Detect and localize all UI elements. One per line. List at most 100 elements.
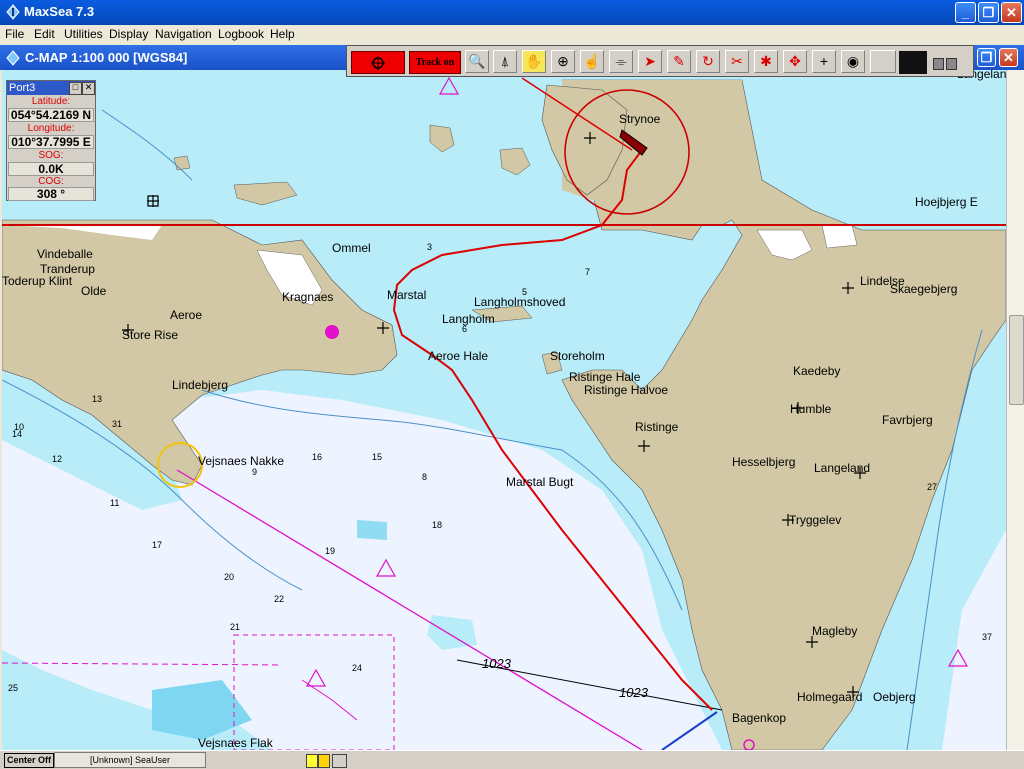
depth-sounding: 9	[252, 467, 257, 477]
longitude-label: Longitude:	[27, 123, 75, 134]
menu-edit[interactable]: Edit	[34, 27, 55, 41]
depth-sounding: 5	[522, 287, 527, 297]
label-aeroe-hale: Aeroe Hale	[428, 349, 488, 363]
label-storeholm: Storeholm	[550, 349, 605, 363]
islet-3	[173, 155, 191, 171]
depth-sounding: 22	[274, 594, 284, 604]
route-label-1: 1023	[482, 656, 512, 671]
depth-sounding: 11	[110, 498, 119, 508]
status-indicator-orange[interactable]	[318, 754, 330, 768]
menu-display[interactable]: Display	[109, 27, 148, 41]
info-panel-menu-button[interactable]: □	[69, 82, 82, 95]
shoal-patch-3	[357, 520, 387, 540]
track-on-button[interactable]: Track on	[409, 51, 461, 74]
label-holmegaard: Holmegaard	[797, 690, 862, 704]
chart-close-button[interactable]: ✕	[999, 48, 1018, 67]
pencil-button[interactable]: ✎	[667, 50, 691, 73]
app-title: MaxSea 7.3	[24, 4, 95, 19]
maxsea-app-icon	[6, 4, 20, 20]
star-marker-icon: ✱	[760, 53, 772, 69]
label-ristinge-hale: Ristinge Hale	[569, 370, 641, 384]
label-lindebjerg: Lindebjerg	[172, 378, 228, 392]
label-langholm: Langholm	[442, 312, 495, 326]
info-panel-close-button[interactable]: ✕	[82, 82, 95, 95]
mark-button[interactable]: ✱	[754, 50, 778, 73]
menu-bar: File Edit Utilities Display Navigation L…	[0, 25, 1024, 43]
label-vejsnaes-nakke: Vejsnaes Nakke	[198, 454, 284, 468]
label-vindeballe: Vindeballe	[37, 247, 93, 261]
depth-sounding: 18	[432, 520, 442, 530]
route-label-2: 1023	[619, 685, 649, 700]
vertical-scrollbar[interactable]	[1006, 70, 1024, 750]
menu-file[interactable]: File	[5, 27, 24, 41]
label-bagenkop: Bagenkop	[732, 711, 786, 725]
depth-sounding: 16	[312, 452, 322, 462]
sog-label: SOG:	[38, 150, 64, 161]
label-kragnaes: Kragnaes	[282, 290, 333, 304]
add-point-button[interactable]: +	[812, 50, 836, 73]
depth-sounding: 13	[92, 394, 102, 404]
depth-sounding: 12	[52, 454, 62, 464]
menu-navigation[interactable]: Navigation	[155, 27, 212, 41]
target-ring-button[interactable]: ◉	[841, 50, 865, 73]
label-skaegebjerg: Skaegebjerg	[890, 282, 957, 296]
window-layout-icon	[946, 58, 957, 70]
menu-logbook[interactable]: Logbook	[218, 27, 264, 41]
rotate-button[interactable]: ↻	[696, 50, 720, 73]
measure-button[interactable]: ⌯	[609, 50, 633, 73]
grab-button[interactable]: ☝	[580, 50, 604, 73]
minimize-button[interactable]: _	[955, 2, 976, 23]
hand-icon: ✋	[525, 53, 543, 69]
rotate-icon: ↻	[702, 53, 714, 69]
pan-button[interactable]: ✋	[522, 50, 546, 73]
chart-canvas[interactable]: Strynoe Hoejbjerg E Langeland Vindeballe…	[2, 70, 1006, 750]
chart-window-title: C-MAP 1:100 000 [WGS84]	[25, 50, 188, 65]
label-strynoe: Strynoe	[619, 112, 661, 126]
depth-sounding: 3	[427, 242, 432, 252]
pointer-button[interactable]: ➤	[638, 50, 662, 73]
chart-window-icon	[6, 50, 20, 66]
target-button[interactable]	[351, 51, 405, 74]
center-button[interactable]: ⊕	[551, 50, 575, 73]
chart-maximize-button[interactable]: ❐	[977, 48, 996, 67]
compass-icon: ⍋	[500, 53, 510, 69]
layout-buttons[interactable]	[927, 52, 973, 74]
menu-help[interactable]: Help	[270, 27, 295, 41]
depth-sounding: 8	[422, 472, 427, 482]
close-button[interactable]: ✕	[1001, 2, 1022, 23]
nautical-chart[interactable]: Strynoe Hoejbjerg E Langeland Vindeballe…	[2, 70, 1006, 750]
label-langholmshoved: Langholmshoved	[474, 295, 565, 309]
label-tryggelev: Tryggelev	[789, 513, 841, 527]
status-indicator-grey[interactable]	[332, 754, 347, 768]
depth-sounding: 27	[927, 482, 937, 492]
move-button[interactable]: ✥	[783, 50, 807, 73]
move-arrows-icon: ✥	[789, 53, 801, 69]
sog-value: 0.0K	[8, 162, 94, 176]
measure-icon: ⌯	[615, 53, 627, 69]
compass-button[interactable]: ⍋	[493, 50, 517, 73]
grab-hand-icon: ☝	[583, 53, 601, 69]
label-ristinge-halvoe: Ristinge Halvoe	[584, 383, 668, 397]
magnifier-icon: 🔍	[468, 53, 486, 69]
zoom-search-button[interactable]: 🔍	[465, 50, 489, 73]
center-off-button[interactable]: Center Off	[4, 753, 54, 768]
cut-button[interactable]: ✂	[725, 50, 749, 73]
blank-button[interactable]	[870, 50, 896, 73]
label-marstal: Marstal	[387, 288, 426, 302]
depth-sounding: 24	[352, 663, 362, 673]
menu-utilities[interactable]: Utilities	[64, 27, 103, 41]
status-indicator-yellow[interactable]	[306, 754, 318, 768]
longitude-value: 010°37.7995 E	[8, 135, 94, 149]
latitude-value: 054°54.2169 N	[8, 108, 94, 122]
crosshair-icon: ⊕	[557, 53, 569, 69]
label-kaedeby: Kaedeby	[793, 364, 840, 378]
depth-sounding: 6	[462, 324, 467, 334]
scroll-thumb[interactable]	[1009, 315, 1024, 405]
pencil-icon: ✎	[673, 53, 685, 69]
chart-toolbar: Track on 🔍 ⍋ ✋ ⊕ ☝ ⌯ ➤ ✎ ↻ ✂ ✱ ✥ + ◉	[346, 45, 974, 77]
label-oebjerg: Oebjerg	[873, 690, 916, 704]
depth-sounding: 17	[152, 540, 162, 550]
maximize-button[interactable]: ❐	[978, 2, 999, 23]
label-ommel: Ommel	[332, 241, 371, 255]
label-aeroe: Aeroe	[170, 308, 202, 322]
